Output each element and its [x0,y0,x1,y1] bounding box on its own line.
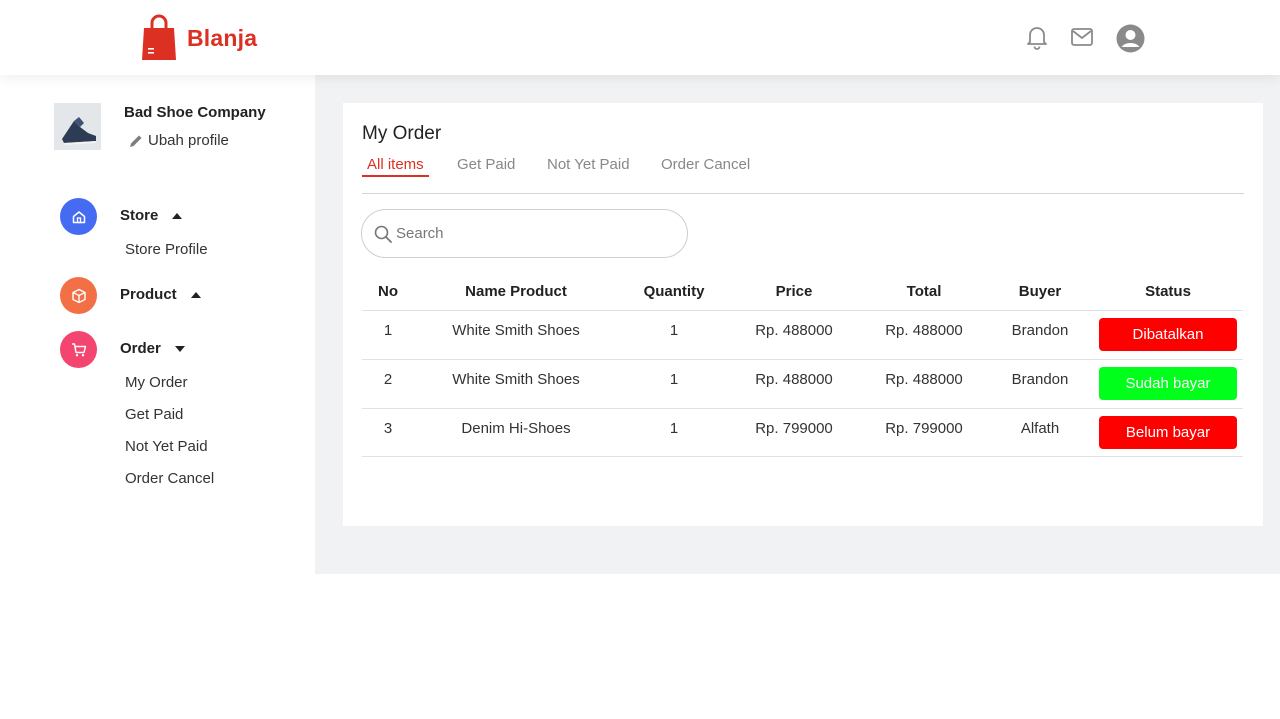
tabs-divider [362,193,1244,194]
cell-quantity: 1 [669,371,679,388]
search-icon [374,225,392,243]
caret-down-icon [174,345,185,352]
page-title: My Order [362,123,442,144]
search-box[interactable] [361,209,688,258]
cell-buyer: Brandon [1011,371,1069,388]
home-icon [72,210,85,223]
table-row-divider [362,310,1243,311]
cell-product: White Smith Shoes [452,322,580,339]
status-button-sudah-bayar[interactable]: Sudah bayar [1099,367,1237,400]
shopping-bag-icon [142,14,176,60]
bell-icon[interactable] [1026,24,1048,50]
cell-product: Denim Hi-Shoes [461,420,571,437]
top-navbar: Blanja [0,0,1280,75]
cell-no: 2 [383,371,393,388]
store-name: Bad Shoe Company [124,104,266,121]
order-nav-icon[interactable] [60,331,97,368]
column-header-price: Price [775,283,813,300]
cell-quantity: 1 [669,322,679,339]
cell-total: Rp. 488000 [885,322,963,339]
cell-quantity: 1 [669,420,679,437]
nav-product-label: Product [120,286,177,303]
cell-no: 3 [383,420,393,437]
nav-order-label: Order [120,340,161,357]
edit-profile-link[interactable]: Ubah profile [128,132,229,149]
status-button-belum-bayar[interactable]: Belum bayar [1099,416,1237,449]
search-input[interactable] [396,225,656,242]
cell-buyer: Brandon [1011,322,1069,339]
caret-up-icon [172,212,183,219]
sidebar-item-order-cancel[interactable]: Order Cancel [125,470,214,487]
tab-not-yet-paid[interactable]: Not Yet Paid [547,156,630,173]
sidebar [0,75,315,719]
edit-profile-label: Ubah profile [148,132,229,149]
cell-buyer: Alfath [1020,420,1060,437]
table-row-divider [362,408,1243,409]
column-header-name-product: Name Product [465,283,567,300]
shoe-image [54,103,101,150]
nav-product[interactable]: Product [120,286,201,303]
column-header-status: Status [1145,283,1191,300]
tab-order-cancel[interactable]: Order Cancel [661,156,750,173]
nav-store-label: Store [120,207,159,224]
cell-no: 1 [383,322,393,339]
cell-total: Rp. 488000 [885,371,963,388]
cell-price: Rp. 488000 [755,322,833,339]
product-nav-icon[interactable] [60,277,97,314]
sidebar-item-my-order[interactable]: My Order [125,374,188,391]
tab-all-items[interactable]: All items [367,156,424,173]
table-row-divider [362,456,1243,457]
user-avatar-icon[interactable] [1116,24,1145,53]
column-header-quantity: Quantity [643,283,705,300]
column-header-buyer: Buyer [1018,283,1062,300]
column-header-total: Total [906,283,942,300]
cell-product: White Smith Shoes [452,371,580,388]
table-row-divider [362,359,1243,360]
store-nav-icon[interactable] [60,198,97,235]
cell-price: Rp. 799000 [755,420,833,437]
brand-name: Blanja [187,24,258,51]
sidebar-item-get-paid[interactable]: Get Paid [125,406,183,423]
sidebar-item-store-profile[interactable]: Store Profile [125,241,208,258]
active-tab-indicator [362,175,429,177]
nav-store[interactable]: Store [120,207,183,224]
mail-icon[interactable] [1071,28,1093,46]
box-icon [71,288,86,303]
pencil-icon [130,135,142,147]
brand-logo[interactable]: Blanja [141,14,257,62]
store-avatar [54,103,101,150]
tab-get-paid[interactable]: Get Paid [457,156,515,173]
cell-total: Rp. 799000 [885,420,963,437]
sidebar-item-not-yet-paid[interactable]: Not Yet Paid [125,438,208,455]
status-button-dibatalkan[interactable]: Dibatalkan [1099,318,1237,351]
column-header-no: No [378,283,398,300]
caret-up-icon [190,291,201,298]
cart-icon [71,342,86,356]
cell-price: Rp. 488000 [755,371,833,388]
nav-order[interactable]: Order [120,340,185,357]
